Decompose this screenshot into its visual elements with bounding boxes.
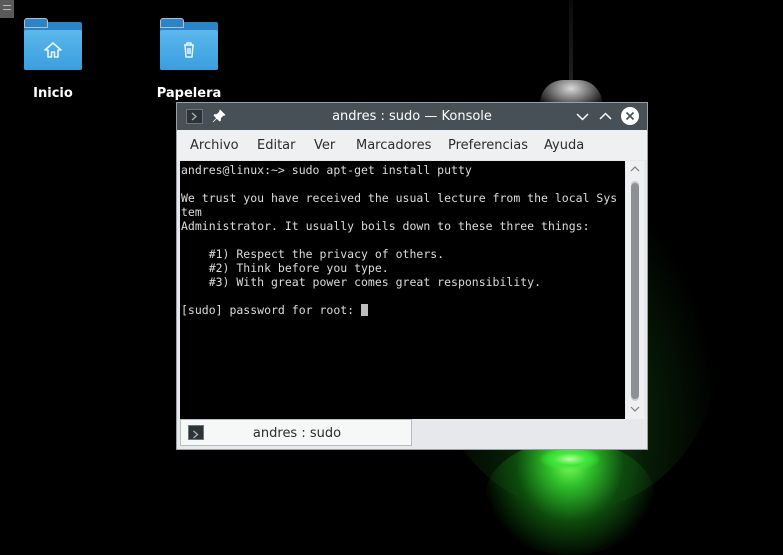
- desktop-icon-papelera[interactable]: Papelera: [149, 18, 229, 101]
- chevron-down-icon: [576, 113, 589, 121]
- menu-archivo[interactable]: Archivo: [190, 138, 239, 153]
- menu-editar[interactable]: Editar: [257, 138, 296, 153]
- desktop-icon-inicio[interactable]: Inicio: [13, 18, 93, 101]
- wallpaper-filament: [540, 448, 600, 470]
- window-titlebar[interactable]: andres : sudo — Konsole: [177, 103, 647, 130]
- wallpaper-lamp-cord: [569, 0, 573, 90]
- terminal-line: tem: [181, 205, 202, 219]
- minimize-button[interactable]: [574, 108, 591, 125]
- home-folder-icon: [24, 18, 82, 70]
- desktop-icon-label: Papelera: [156, 86, 222, 101]
- scroll-up-icon[interactable]: [630, 165, 640, 173]
- trash-folder-icon: [160, 18, 218, 70]
- desktop-icon-label: Inicio: [33, 86, 73, 101]
- menu-preferencias[interactable]: Preferencias: [448, 138, 528, 153]
- menu-marcadores[interactable]: Marcadores: [356, 138, 431, 153]
- terminal-line: #3) With great power comes great respons…: [181, 275, 542, 289]
- terminal-output: andres@linux:~> sudo apt-get install put…: [181, 163, 617, 317]
- scrollbar-thumb[interactable]: [631, 183, 639, 399]
- terminal-line: Administrator. It usually boils down to …: [181, 219, 590, 233]
- close-button[interactable]: [621, 107, 639, 125]
- menu-ver[interactable]: Ver: [314, 138, 335, 153]
- maximize-button[interactable]: [597, 108, 614, 125]
- terminal-prompt: [sudo] password for root:: [181, 303, 362, 317]
- session-tab[interactable]: andres : sudo: [180, 419, 412, 446]
- scroll-down-icon[interactable]: [630, 405, 640, 413]
- terminal-line: andres@linux:~> sudo apt-get install put…: [181, 163, 472, 177]
- terminal-line: #2) Think before you type.: [181, 261, 389, 275]
- terminal-scrollbar[interactable]: [626, 161, 644, 419]
- konsole-window: andres : sudo — Konsole Archivo Editar V…: [176, 102, 648, 450]
- chevron-up-icon: [599, 112, 612, 120]
- terminal-line: We trust you have received the usual lec…: [181, 191, 618, 205]
- terminal-area[interactable]: andres@linux:~> sudo apt-get install put…: [180, 161, 625, 419]
- desktop-toolbox-handle[interactable]: [0, 0, 14, 18]
- terminal-cursor: [361, 304, 369, 316]
- menu-ayuda[interactable]: Ayuda: [544, 138, 584, 153]
- session-tab-label: andres : sudo: [252, 426, 342, 441]
- menu-bar: Archivo Editar Ver Marcadores Preferenci…: [177, 130, 647, 160]
- trash-icon: [184, 42, 194, 58]
- close-icon: [625, 111, 635, 121]
- session-tab-bar: andres : sudo: [177, 419, 647, 449]
- home-icon: [44, 42, 62, 58]
- terminal-line: #1) Respect the privacy of others.: [181, 247, 445, 261]
